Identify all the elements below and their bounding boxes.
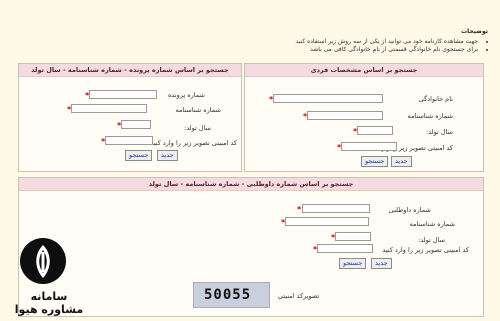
id-number-input[interactable] <box>71 104 147 113</box>
birth-year-input[interactable] <box>335 232 371 241</box>
birth-year-label: سال تولد: <box>426 128 453 136</box>
captcha-input[interactable] <box>341 142 397 151</box>
id-number-label: شماره شناسنامه <box>409 220 455 228</box>
search-button[interactable]: جستجو <box>339 258 367 269</box>
notes-title: توضیحات <box>461 28 488 35</box>
captcha-input[interactable] <box>317 244 373 253</box>
note-item: برای جستجوی نام خانوادگی قسمتی از نام خا… <box>168 46 478 54</box>
new-button[interactable]: جدید <box>371 258 392 269</box>
search-button[interactable]: جستجو <box>361 156 389 167</box>
birth-year-label: سال تولد: <box>184 124 211 132</box>
last-name-label: نام خانوادگی <box>418 95 453 103</box>
captcha-label: کد امنیتی تصویر زیر را وارد کنید <box>150 139 237 147</box>
panel-personal-title: جستجو بر اساس مشخصات فردی <box>245 64 483 77</box>
birth-year-input[interactable] <box>121 120 151 129</box>
id-number-label: شماره شناسنامه <box>175 106 221 114</box>
file-number-label: شماره پرونده <box>168 91 205 99</box>
id-number-input[interactable] <box>307 111 383 120</box>
captcha-image-label: تصویرکد امنیتی <box>278 292 320 300</box>
id-number-label: شماره شناسنامه <box>407 112 453 120</box>
panel-personal-search: جستجو بر اساس مشخصات فردی نام خانوادگی *… <box>244 63 484 172</box>
volunteer-number-label: شماره داوطلبی <box>388 206 431 214</box>
note-item: جهت مشاهده کارنامه خود می توانید از یکی … <box>168 38 478 46</box>
captcha-label: کد امنیتی تصویر زیر را وارد کنید <box>382 246 469 254</box>
logo-circle <box>20 238 66 284</box>
volunteer-number-input[interactable] <box>302 204 370 213</box>
logo-emblem-icon <box>36 245 50 278</box>
captcha-image: 50055 <box>193 282 270 308</box>
captcha-input[interactable] <box>105 136 153 145</box>
required-marker: * <box>297 205 302 214</box>
last-name-input[interactable] <box>273 94 383 103</box>
panel-file-search: جستجو بر اساس شماره پرونده - شماره شناسن… <box>18 63 242 172</box>
search-button[interactable]: جستجو <box>125 150 153 161</box>
panel-file-title: جستجو بر اساس شماره پرونده - شماره شناسن… <box>19 64 241 77</box>
notes-list: جهت مشاهده کارنامه خود می توانید از یکی … <box>168 38 488 54</box>
id-number-input[interactable] <box>285 217 369 226</box>
captcha-code: 50055 <box>204 287 252 303</box>
birth-year-input[interactable] <box>357 126 393 135</box>
new-button[interactable]: جدید <box>157 150 178 161</box>
watermark-text: سامانه مشاوره هیوا <box>14 290 84 316</box>
file-number-input[interactable] <box>89 90 157 99</box>
new-button[interactable]: جدید <box>391 156 412 167</box>
notes-section: توضیحات جهت مشاهده کارنامه خود می توانید… <box>168 28 488 54</box>
watermark-logo: سامانه مشاوره هیوا <box>8 238 88 318</box>
birth-year-label: سال تولد: <box>418 236 445 244</box>
panel-volunteer-title: جستجو بر اساس شماره داوطلبی - شماره شناس… <box>19 178 483 191</box>
